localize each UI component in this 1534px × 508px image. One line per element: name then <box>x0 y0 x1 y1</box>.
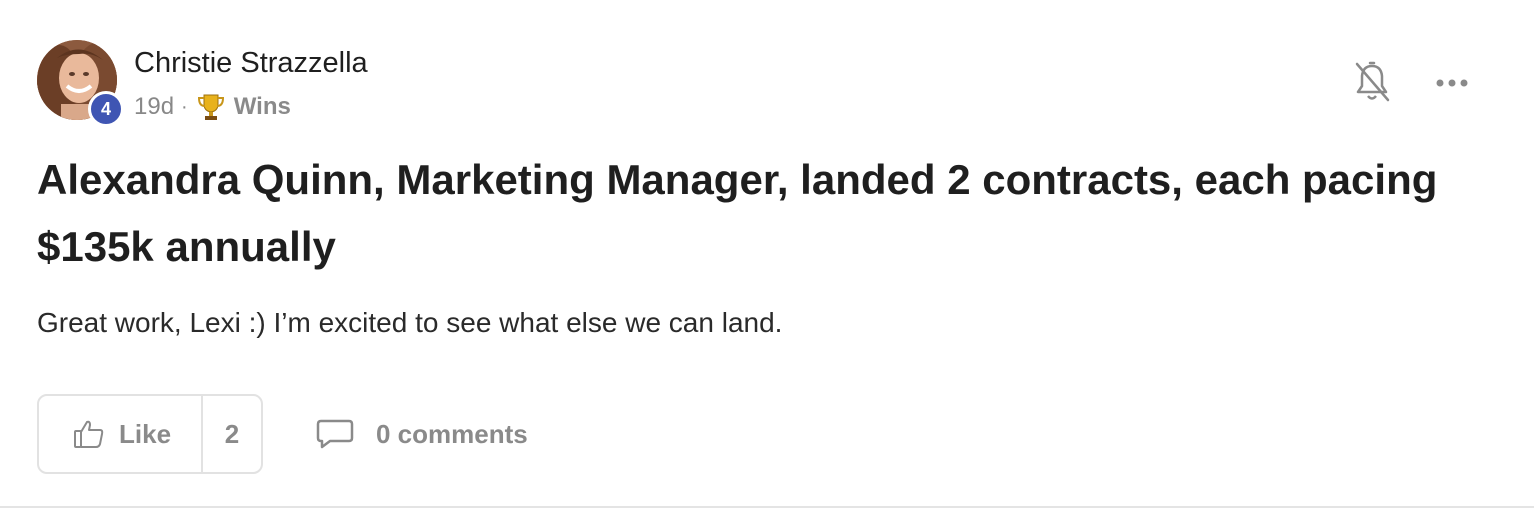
comments-label: 0 comments <box>376 418 528 449</box>
thumbs-up-icon <box>74 420 104 448</box>
post-body: Great work, Lexi :) I’m excited to see w… <box>37 307 783 338</box>
comments-button[interactable]: 0 comments <box>316 412 528 456</box>
like-label: Like <box>119 418 172 449</box>
level-badge: 4 <box>88 91 124 127</box>
author-avatar-container[interactable]: 4 <box>37 40 124 127</box>
author-name[interactable]: Christie Strazzella <box>134 46 368 80</box>
post-title[interactable]: Alexandra Quinn, Marketing Manager, land… <box>37 146 1497 280</box>
post-time[interactable]: 19d <box>134 93 174 121</box>
like-button[interactable]: Like <box>39 396 201 472</box>
trophy-icon <box>196 92 226 122</box>
like-control: Like 2 <box>37 394 263 474</box>
post-meta: 19d · Wins <box>134 91 291 123</box>
more-horizontal-icon[interactable] <box>1432 64 1472 102</box>
like-count[interactable]: 2 <box>201 396 261 472</box>
meta-separator: · <box>181 95 188 118</box>
post-category[interactable]: Wins <box>234 93 291 121</box>
bell-off-icon[interactable] <box>1352 60 1392 106</box>
comment-icon <box>316 419 354 449</box>
post-card: 4 Christie Strazzella 19d · Wins Alexand… <box>0 0 1534 508</box>
